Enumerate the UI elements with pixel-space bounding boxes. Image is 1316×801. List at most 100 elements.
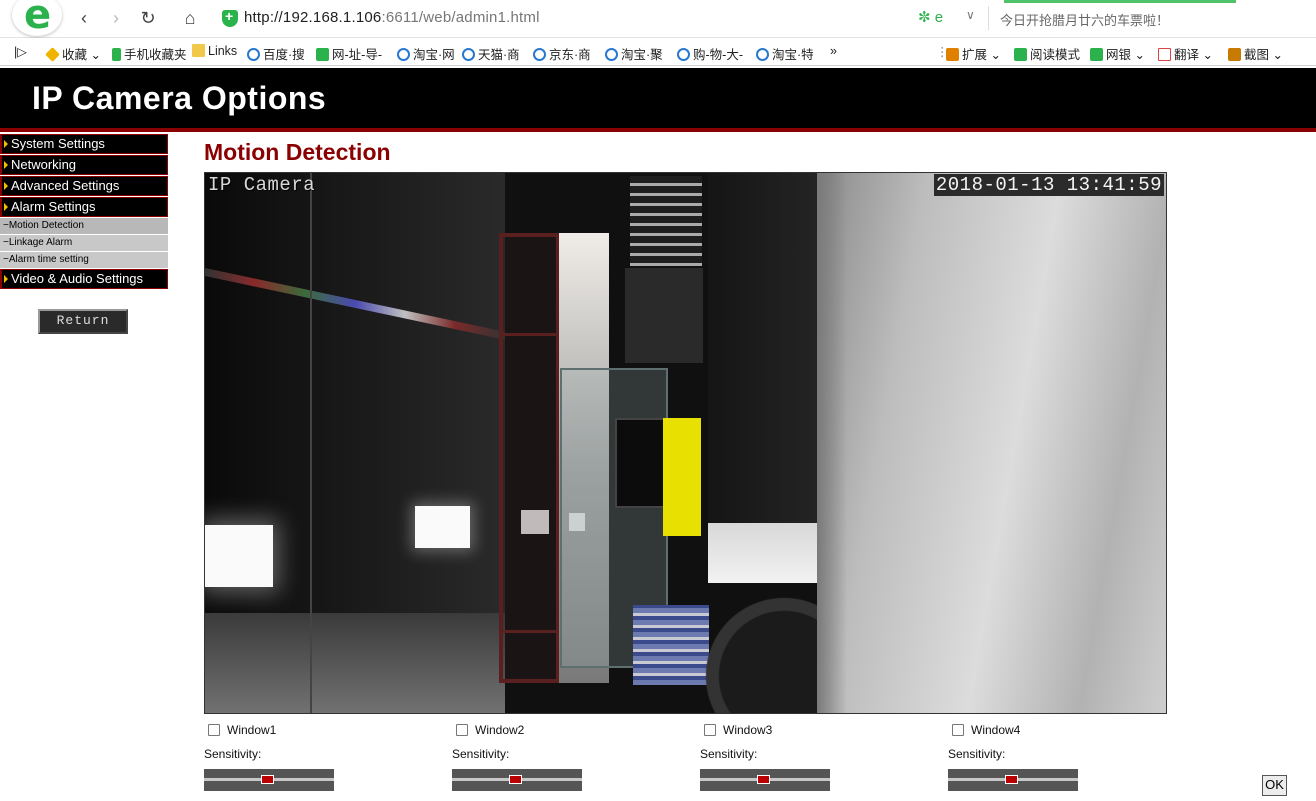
camera-scene [663,418,701,536]
favorite-item[interactable]: 京东·商 [533,44,591,63]
camera-scene [630,176,702,266]
favorite-label: 淘宝·网 [413,48,455,62]
camera-live-view[interactable]: IP Camera 2018-01-13 13:41:59 [204,172,1167,714]
page-title: Motion Detection [204,139,391,165]
security-status-icon[interactable]: ✼ e [918,8,943,26]
ie-icon [462,48,475,61]
favorite-item[interactable]: 购-物-大- [677,44,743,63]
window3-checkbox[interactable] [704,724,716,736]
favorite-item[interactable]: 收藏 ⌄ [45,44,101,63]
favorite-item[interactable]: 淘宝·网 [397,44,455,63]
favorite-item[interactable]: Links [192,44,237,58]
favorite-label: 网-址-导- [332,48,382,62]
forward-arrow-icon[interactable]: › [104,6,128,30]
favorite-label: 京东·商 [549,48,591,62]
sensitivity-label: Sensitivity: [948,747,1006,761]
slider-thumb[interactable] [1005,775,1018,784]
toolbar-label: 截图 [1244,48,1270,62]
favorite-item[interactable]: 百度·搜 [247,44,305,63]
favorite-item[interactable]: 天猫·商 [462,44,520,63]
sensitivity-label: Sensitivity: [700,747,758,761]
favorite-item[interactable]: 淘宝·特 [756,44,814,63]
sensitivity-slider[interactable] [700,769,830,791]
camera-scene [615,418,670,508]
camera-scene [708,173,833,523]
sidebar-item-label: Alarm Settings [11,199,96,214]
url-host: http://192.168.1.106 [244,9,382,26]
camera-scene [310,173,312,713]
sidebar-item-label: Networking [11,157,77,172]
app-title: IP Camera Options [32,80,327,116]
address-bar[interactable]: http://192.168.1.106:6611/web/admin1.htm… [244,9,540,26]
sidebar-item-video-audio-settings[interactable]: Video & Audio Settings [0,269,168,289]
chevron-down-icon[interactable]: ∨ [966,8,975,22]
toolbar-label: 翻译 [1174,48,1200,62]
toolbar-item[interactable]: 扩展 ⌄ [946,44,1001,63]
ie-icon [605,48,618,61]
window4-checkbox[interactable] [952,724,964,736]
sidebar-item-networking[interactable]: Networking [0,155,168,175]
sidebar-subitem-alarm-time-setting[interactable]: −Alarm time setting [0,252,168,268]
sensitivity-slider[interactable] [948,769,1078,791]
camera-scene [415,506,470,548]
sensitivity-slider[interactable] [204,769,334,791]
sensitivity-label: Sensitivity: [204,747,262,761]
sidebar-item-label: Advanced Settings [11,178,120,193]
toolbar-item[interactable]: 翻译 ⌄ [1158,44,1213,63]
toolbar-item[interactable]: 截图 ⌄ [1228,44,1283,63]
more-favorites-button[interactable]: » [830,44,837,58]
sidebar-item-alarm-settings[interactable]: Alarm Settings [0,197,168,217]
ie-icon [533,48,546,61]
arrow-right-icon [4,182,8,190]
toolbar-item[interactable]: 阅读模式 [1014,44,1080,63]
arrow-right-icon [4,161,8,169]
translate-icon [1158,48,1171,61]
slider-thumb[interactable] [509,775,522,784]
favorite-label: 购-物-大- [693,48,743,62]
divider [988,6,989,30]
return-button[interactable]: Return [38,309,128,334]
reload-icon[interactable]: ↻ [136,6,160,30]
favorite-item[interactable]: 网-址-导- [316,44,382,63]
app-header: IP Camera Options [0,68,1316,128]
toolbar-label: 阅读模式 [1030,48,1081,62]
slider-thumb[interactable] [261,775,274,784]
sidebar-subitem-motion-detection[interactable]: −Motion Detection [0,218,168,234]
sidebar-item-system-settings[interactable]: System Settings [0,134,168,154]
window2-checkbox[interactable] [456,724,468,736]
extension-icon [946,48,959,61]
ie-icon [397,48,410,61]
sidebar-item-advanced-settings[interactable]: Advanced Settings [0,176,168,196]
search-input[interactable]: 今日开抢腊月廿六的车票啦！ [1000,10,1169,29]
home-icon[interactable]: ⌂ [178,6,202,30]
favorite-label: 手机收藏夹 [124,48,187,62]
sidebar-toggle-icon[interactable]: |▷ [14,44,27,59]
shield-icon[interactable] [222,8,238,27]
toolbar-label: 网银 [1106,48,1132,62]
camera-osd-timestamp: 2018-01-13 13:41:59 [933,174,1164,196]
browser-logo-icon[interactable]: e [12,0,62,38]
arrow-right-icon [4,275,8,283]
camera-scene [205,525,273,587]
folder-icon [192,44,205,57]
window-label: Window2 [475,723,525,737]
window1-checkbox[interactable] [208,724,220,736]
bank-icon [1090,48,1103,61]
sensitivity-slider[interactable] [452,769,582,791]
toolbar-label: 扩展 [962,48,988,62]
back-arrow-icon[interactable]: ‹ [72,6,96,30]
favorite-label: 天猫·商 [478,48,520,62]
window-label: Window3 [723,723,773,737]
favorite-item[interactable]: 淘宝·聚 [605,44,663,63]
favorite-item[interactable]: 手机收藏夹 [112,44,187,63]
sensitivity-label: Sensitivity: [452,747,510,761]
sidebar-menu: System Settings Networking Advanced Sett… [0,134,168,290]
site-icon [316,48,329,61]
slider-thumb[interactable] [757,775,770,784]
read-mode-icon [1014,48,1027,61]
sidebar-subitem-linkage-alarm[interactable]: −Linkage Alarm [0,235,168,251]
header-divider [0,128,1316,132]
ie-icon [677,48,690,61]
ok-button[interactable]: OK [1262,775,1287,796]
toolbar-item[interactable]: 网银 ⌄ [1090,44,1145,63]
